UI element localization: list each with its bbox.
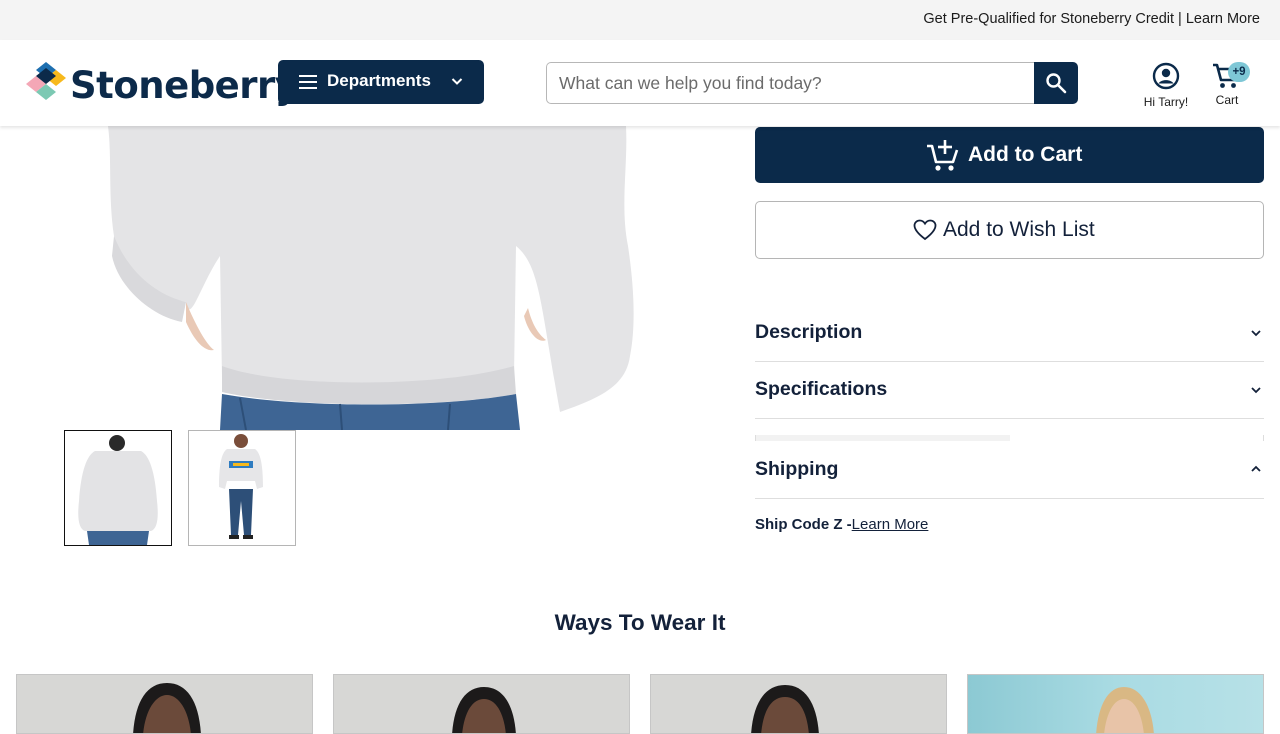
outfit-card[interactable] xyxy=(967,674,1264,734)
shipping-code-line: Ship Code Z -Learn More xyxy=(755,516,928,533)
description-title: Description xyxy=(755,321,863,343)
ship-code-learn-more-link[interactable]: Learn More xyxy=(852,516,929,533)
wish-list-label: Add to Wish List xyxy=(943,218,1095,241)
ship-code-label: Ship Code Z - xyxy=(755,516,852,533)
ways-to-wear-heading: Ways To Wear It xyxy=(554,610,726,635)
product-thumbnail-1[interactable] xyxy=(64,430,172,546)
outfit-model-image xyxy=(452,687,516,733)
specifications-accordion[interactable]: Specifications xyxy=(755,362,1264,419)
outfit-card[interactable] xyxy=(333,674,630,734)
thumbnail-front-image xyxy=(219,434,263,539)
cart-count-badge: +9 xyxy=(1228,62,1250,82)
heart-icon xyxy=(913,219,937,241)
shipping-accordion[interactable]: Shipping xyxy=(755,441,1264,499)
chevron-up-icon xyxy=(1251,465,1261,472)
search-input[interactable] xyxy=(546,62,1034,104)
description-accordion[interactable]: Description xyxy=(755,305,1264,362)
stoneberry-logo[interactable]: Stoneberry xyxy=(24,62,299,107)
thumbnail-back-image xyxy=(78,435,158,545)
outfit-model-image xyxy=(133,683,201,733)
outfit-card[interactable] xyxy=(650,674,947,734)
departments-label: Departments xyxy=(327,71,431,90)
chevron-down-icon xyxy=(451,78,463,85)
logo-wordmark: Stoneberry xyxy=(70,64,299,107)
search-button[interactable] xyxy=(1034,62,1078,104)
product-main-image[interactable] xyxy=(0,126,735,430)
logo-mark-icon xyxy=(26,62,66,100)
outfit-model-image xyxy=(1096,687,1154,733)
shipping-title: Shipping xyxy=(755,458,839,480)
chevron-down-icon xyxy=(1251,330,1261,337)
departments-button[interactable]: Departments xyxy=(278,60,484,104)
chevron-down-icon xyxy=(1251,387,1261,394)
site-header: Stoneberry Departments Hi Tarry! +9 Cart xyxy=(0,40,1280,126)
account-button[interactable]: Hi Tarry! xyxy=(1134,60,1198,114)
hamburger-icon xyxy=(299,75,317,89)
add-to-wish-list-button[interactable]: Add to Wish List xyxy=(755,201,1264,259)
add-cart-icon xyxy=(927,140,959,171)
promo-bar: Get Pre-Qualified for Stoneberry Credit … xyxy=(0,0,1280,40)
account-greeting: Hi Tarry! xyxy=(1143,95,1189,109)
account-icon xyxy=(1152,62,1180,90)
credit-promo-link[interactable]: Get Pre-Qualified for Stoneberry Credit … xyxy=(923,11,1260,27)
hoodie-back-image xyxy=(108,126,634,430)
outfit-model-image xyxy=(751,685,819,733)
cart-button[interactable]: +9 Cart xyxy=(1206,60,1256,114)
add-to-cart-button[interactable]: Add to Cart xyxy=(755,127,1264,183)
outfit-card[interactable] xyxy=(16,674,313,734)
specifications-title: Specifications xyxy=(755,378,888,400)
product-thumbnail-2[interactable] xyxy=(188,430,296,546)
search-icon xyxy=(1046,73,1067,94)
cart-label: Cart xyxy=(1215,93,1239,107)
add-to-cart-label: Add to Cart xyxy=(968,143,1083,166)
